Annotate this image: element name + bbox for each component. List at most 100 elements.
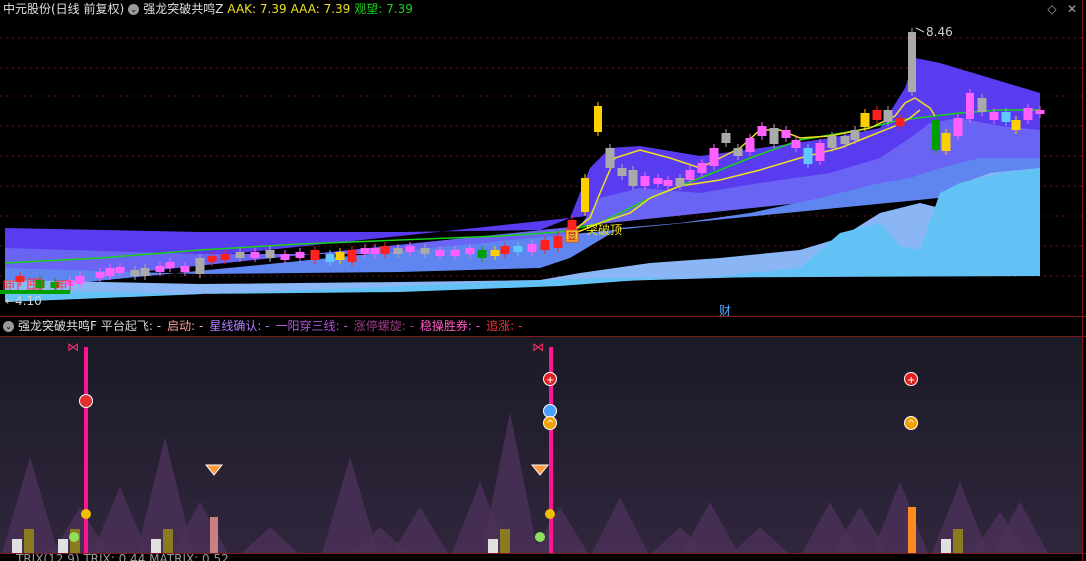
signal-legend-item: 星线确认: - [209,319,270,333]
high-price-label: 8.46 [926,25,953,39]
signal-bar [500,529,510,553]
candle [347,250,357,262]
signal-bar [24,529,34,553]
candle [989,112,999,120]
candle [872,110,882,120]
candle [540,240,550,250]
signal-chart[interactable]: ⋈ ⋈ + ^ + ^ [0,337,1082,553]
signal-legend-item: 一阳穿三线: - [275,319,348,333]
candle [803,148,813,164]
signal-legend-item: 稳操胜券: - [419,319,481,333]
red-cross-icon-glyph: + [546,375,554,386]
sub-chart-header: ⌄ 强龙突破共鸣F 平台起飞: - 启动: - 星线确认: - 一阳穿三线: - 涨停螺… [0,317,522,335]
coin-icon [81,509,91,519]
signal-bar [488,539,498,553]
candle [605,148,615,168]
candle [815,143,825,161]
candle [966,93,974,119]
candle [791,140,801,148]
candle [325,254,335,262]
candle [235,252,245,258]
candle [1001,112,1011,122]
diamond-icon[interactable]: ◇ [1046,3,1058,15]
candle [335,252,345,260]
candle [745,138,755,152]
candle [500,246,510,254]
indicator-name[interactable]: 强龙突破共鸣Z [143,0,223,18]
breakout-marker: 显 [567,231,577,243]
close-icon[interactable]: ✕ [1066,3,1078,15]
candle [757,126,767,136]
signal-legend-item: 追涨: - [486,319,523,333]
candle [140,268,150,276]
aak-value: AAK: 7.39 [227,2,287,16]
candle [840,136,850,144]
candle [769,128,779,144]
candle [953,118,963,136]
high-price-pointer [915,27,925,33]
signal-bar [12,539,22,553]
signal-bar [163,529,173,553]
apple-icon [535,532,545,542]
green-strip [0,290,70,294]
main-chart-header: 中元股份(日线 前复权) ⌄ 强龙突破共鸣Z AAK: 7.39 AAA: 7.… [0,0,413,18]
candle [155,266,165,272]
candle [165,262,175,268]
signal-legend-item: 涨停螺旋: - [353,319,414,333]
coin-icon [545,509,555,519]
candle [594,106,602,132]
candle [932,120,940,150]
right-border [1082,0,1083,561]
sub-indicator-dropdown-icon[interactable]: ⌄ [3,320,14,332]
apple-icon [69,532,79,542]
candle [477,250,487,258]
candle [115,267,125,273]
candle [265,250,275,258]
signal-legend-item: 启动: - [167,319,204,333]
candle [180,266,190,272]
candle [908,32,916,92]
candle [617,168,627,176]
candle [1035,110,1045,114]
candle [640,176,650,186]
sub-indicator-name[interactable]: 强龙突破共鸣F [18,317,97,335]
candle [310,250,320,260]
candle [675,178,685,186]
signal-bar [58,539,68,553]
candle [195,258,205,274]
low-price-label: ←4.10 [5,294,42,308]
candle [721,133,731,143]
candle [685,170,695,180]
candle [75,276,85,284]
indicator-dropdown-icon[interactable]: ⌄ [128,3,140,15]
candle [370,248,380,254]
candle [207,256,217,262]
candle [250,252,260,258]
candle [380,246,390,254]
signal-bar [151,539,161,553]
candle [105,268,115,276]
signal-bar [908,507,916,553]
candle [220,254,230,260]
candle [663,180,673,186]
signal-legend-item: 平台起飞: - [100,319,162,333]
candle [895,118,905,126]
chevron-up-icon-glyph: ^ [907,419,915,430]
chevron-up-icon-glyph: ^ [546,419,554,430]
candle [280,254,290,260]
candle [393,248,403,254]
signal-bar [953,529,963,553]
candle [450,250,460,256]
red-cross-icon-glyph: + [907,375,915,386]
candle [95,272,105,278]
stock-title: 中元股份(日线 前复权) [3,2,125,16]
candle [977,98,987,112]
signal-line-1 [84,347,88,553]
price-chart[interactable]: 8.46←4.10显突破顶中中中 [0,18,1082,316]
trix-header: TRIX(12,9) TRIX: 0.44 MATRIX: 0.52 [16,553,229,561]
candle [827,136,837,148]
candle [709,148,719,166]
aaa-value: AAA: 7.39 [290,2,351,16]
candle [553,236,563,248]
band-mask [5,302,1040,316]
